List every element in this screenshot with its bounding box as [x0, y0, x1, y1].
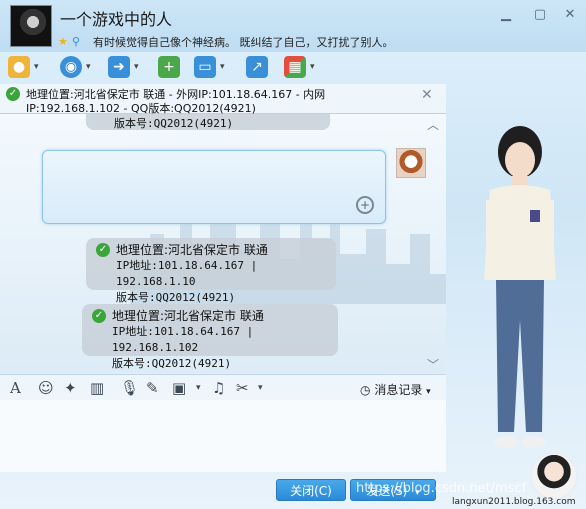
video-clip-icon[interactable]: ▥ — [90, 379, 104, 397]
chat-toolbar: ● ▾ ◉ ▾ ➜ ▾ + ▭ ▾ ↗ ▦ ▾ — [0, 54, 330, 82]
chevron-down-icon[interactable]: ▾ — [258, 383, 263, 393]
scroll-down-icon[interactable]: ﹀ — [427, 356, 439, 372]
star-icon[interactable]: ★ — [58, 35, 68, 48]
emoji-icon[interactable]: ☺ — [38, 379, 54, 397]
apps-button[interactable]: ▦ ▾ — [284, 54, 315, 80]
remote-assist-button[interactable]: ▭ ▾ — [194, 54, 225, 80]
close-icon[interactable]: ✕ — [560, 6, 580, 24]
message-input[interactable] — [0, 400, 446, 472]
history-label: 消息记录 — [374, 383, 423, 397]
ip-text: IP地址:101.18.64.167 | 192.168.1.10 — [116, 259, 258, 288]
send-file-button[interactable]: ➜ ▾ — [108, 54, 139, 80]
create-discussion-button[interactable]: + — [158, 54, 180, 80]
music-icon[interactable]: ♫ — [212, 379, 225, 397]
microphone-icon: ● — [8, 56, 30, 78]
version-text: 版本号:QQ2012(4921) — [114, 117, 234, 130]
check-circle-icon: ✓ — [6, 87, 20, 101]
close-icon[interactable]: ✕ — [421, 87, 433, 103]
watermark-text: https://blog.csdn.net/mscf — [356, 481, 527, 496]
version-text: 版本号:QQ2012(4921) — [112, 357, 232, 370]
webcam-icon: ◉ — [60, 56, 82, 78]
title-bar: 一个游戏中的人 ★ ⚲ 有时候觉得自己像个神经病。 既纠结了自己，又打扰了别人。… — [0, 0, 586, 52]
chevron-down-icon[interactable]: ▾ — [34, 62, 39, 72]
app-grid-icon: ▦ — [284, 56, 306, 78]
video-call-button[interactable]: ◉ ▾ — [60, 54, 91, 80]
message-bubble: ✓ 地理位置:河北省保定市 联通 IP地址:101.18.64.167 | 19… — [82, 304, 338, 370]
restore-icon[interactable]: ▢ — [530, 6, 550, 24]
self-avatar[interactable] — [530, 452, 578, 500]
chevron-down-icon[interactable]: ▾ — [196, 383, 201, 393]
microphone-icon[interactable]: 🎙 — [120, 379, 139, 397]
message-history[interactable]: 版本号:QQ2012(4921) ︿ + ✓ 地理位置:河北省保定市 联通 IP… — [0, 114, 446, 372]
chevron-down-icon: ▾ — [426, 387, 431, 397]
chevron-down-icon[interactable]: ▾ — [310, 62, 315, 72]
clock-icon: ◷ — [360, 383, 371, 397]
magic-wand-icon[interactable]: ✦ — [64, 379, 77, 397]
contact-avatar[interactable] — [10, 5, 52, 47]
peer-avatar[interactable] — [396, 148, 426, 178]
edit-icon[interactable]: ✎ — [146, 379, 159, 397]
chevron-down-icon[interactable]: ▾ — [134, 62, 139, 72]
message-bubble: 版本号:QQ2012(4921) — [86, 114, 330, 130]
minimize-icon[interactable]: ▁ — [496, 6, 516, 24]
footer-url: langxun2011.blog.163.com — [452, 497, 576, 507]
image-icon[interactable]: ▣ — [172, 379, 186, 397]
share-screen-button[interactable]: ↗ — [246, 54, 268, 80]
outgoing-message-bubble — [42, 150, 386, 224]
check-circle-icon: ✓ — [92, 309, 106, 323]
chevron-down-icon[interactable]: ▾ — [86, 62, 91, 72]
check-circle-icon: ✓ — [96, 243, 110, 257]
close-button[interactable]: 关闭(C) — [276, 479, 346, 501]
add-chat-icon: + — [158, 56, 180, 78]
scroll-up-icon[interactable]: ︿ — [427, 116, 439, 133]
contact-name[interactable]: 一个游戏中的人 — [60, 6, 172, 30]
login-info-notice: ✓ 地理位置:河北省保定市 联通 - 外网IP:101.18.64.167 - … — [0, 84, 446, 115]
voice-call-button[interactable]: ● ▾ — [8, 54, 39, 80]
message-bubble: ✓ 地理位置:河北省保定市 联通 IP地址:101.18.64.167 | 19… — [86, 238, 336, 304]
message-history-button[interactable]: ◷ 消息记录 ▾ — [360, 381, 431, 398]
location-text: 地理位置:河北省保定市 联通 — [116, 243, 268, 257]
ip-text: IP地址:101.18.64.167 | 192.168.1.102 — [112, 325, 254, 354]
folder-arrow-icon: ➜ — [108, 56, 130, 78]
avatar-show-figure — [484, 126, 556, 448]
chevron-down-icon[interactable]: ▾ — [220, 62, 225, 72]
screen-share-icon: ↗ — [246, 56, 268, 78]
qzone-icon[interactable]: ⚲ — [72, 35, 80, 48]
scissors-icon[interactable]: ✂ — [236, 379, 249, 397]
monitor-icon: ▭ — [194, 56, 216, 78]
font-icon[interactable]: A — [10, 379, 21, 397]
location-text: 地理位置:河北省保定市 联通 — [112, 309, 264, 323]
contact-signature: 有时候觉得自己像个神经病。 既纠结了自己，又打扰了别人。 — [93, 36, 394, 49]
format-toolbar: A ☺ ✦ ▥ 🎙 ✎ ▣ ▾ ♫ ✂ ▾ ◷ 消息记录 ▾ — [0, 374, 446, 400]
zoom-in-icon[interactable]: + — [356, 196, 374, 214]
